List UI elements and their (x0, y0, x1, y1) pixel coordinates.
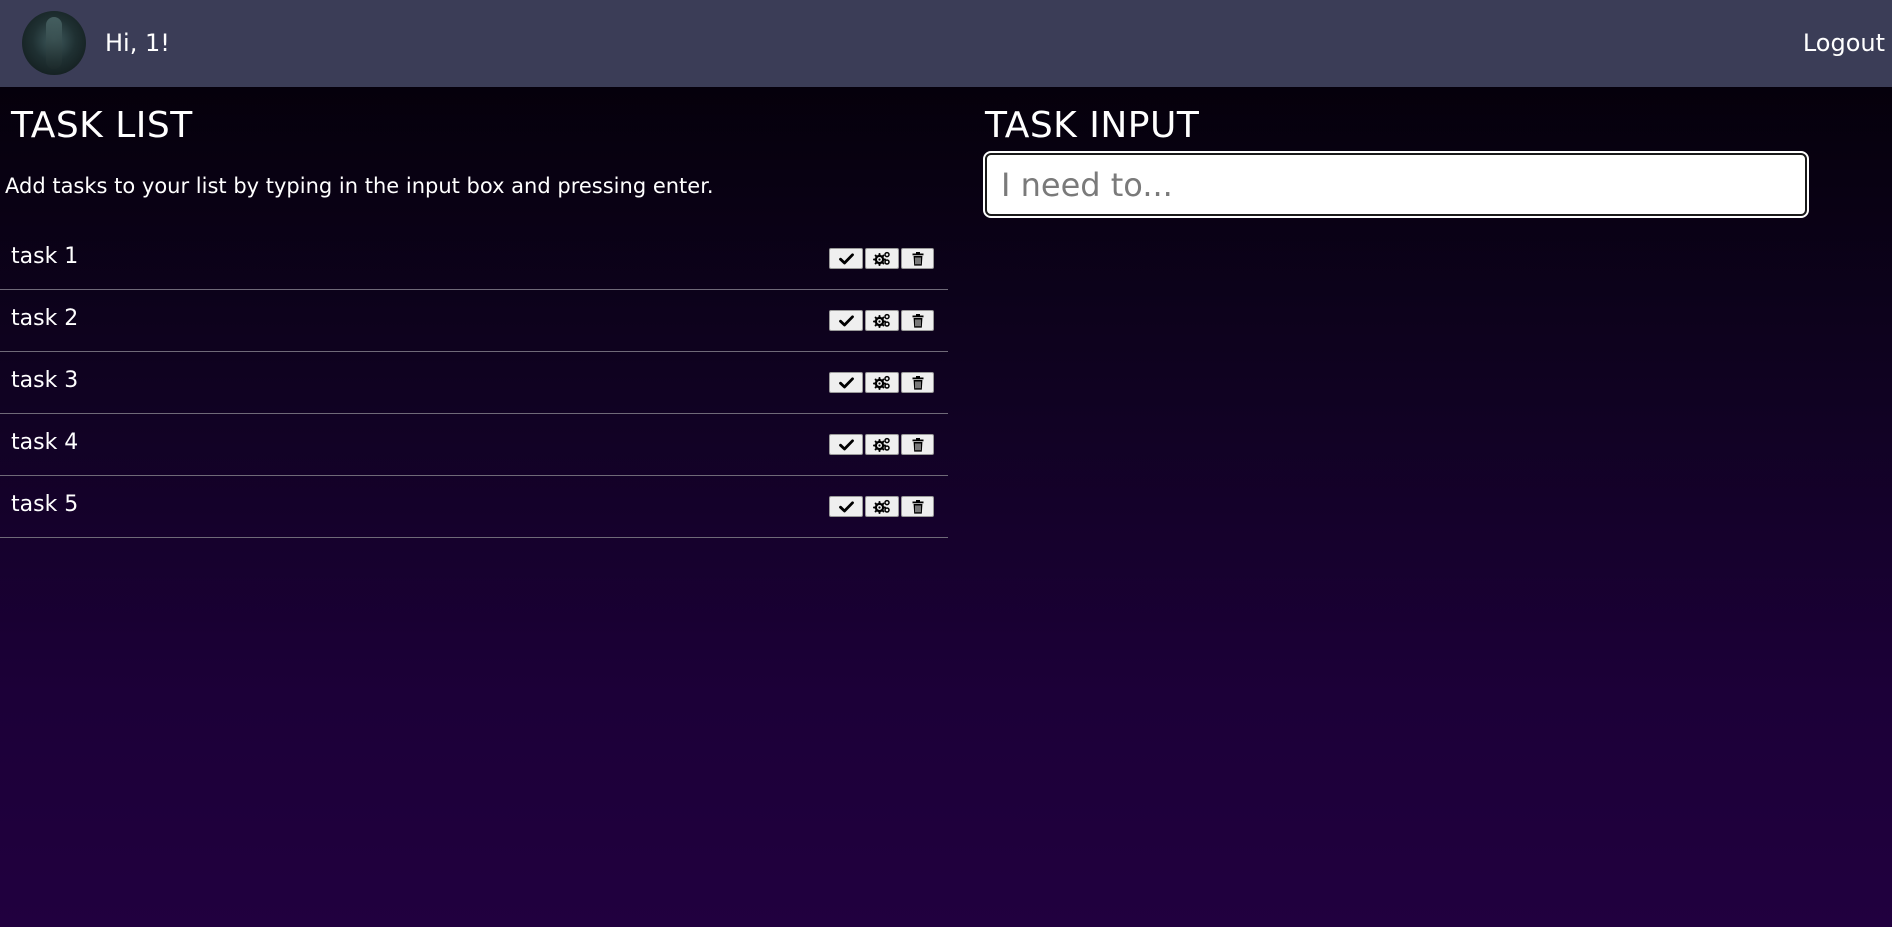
task-actions (829, 248, 934, 269)
trash-icon (912, 313, 923, 328)
check-icon (838, 252, 854, 264)
avatar[interactable] (22, 11, 86, 75)
check-icon (838, 314, 854, 326)
complete-task-button[interactable] (829, 496, 863, 517)
gears-icon (873, 251, 890, 266)
trash-icon (912, 437, 923, 452)
edit-task-button[interactable] (865, 248, 899, 269)
task-label: task 5 (11, 492, 79, 517)
task-actions (829, 434, 934, 455)
delete-task-button[interactable] (901, 434, 934, 455)
check-icon (838, 500, 854, 512)
task-label: task 4 (11, 430, 79, 455)
edit-task-button[interactable] (865, 496, 899, 517)
task-actions (829, 310, 934, 331)
complete-task-button[interactable] (829, 310, 863, 331)
task-input-title: TASK INPUT (985, 105, 1200, 146)
task-row: task 1 (0, 228, 948, 290)
task-list-instructions: Add tasks to your list by typing in the … (5, 174, 714, 198)
check-icon (838, 438, 854, 450)
task-label: task 2 (11, 306, 79, 331)
task-row: task 5 (0, 476, 948, 538)
task-list-title: TASK LIST (11, 105, 193, 146)
delete-task-button[interactable] (901, 310, 934, 331)
gears-icon (873, 313, 890, 328)
edit-task-button[interactable] (865, 310, 899, 331)
delete-task-button[interactable] (901, 372, 934, 393)
top-bar: Hi, 1! Logout (0, 0, 1892, 87)
task-row: task 3 (0, 352, 948, 414)
edit-task-button[interactable] (865, 372, 899, 393)
complete-task-button[interactable] (829, 248, 863, 269)
trash-icon (912, 251, 923, 266)
complete-task-button[interactable] (829, 434, 863, 455)
gears-icon (873, 499, 890, 514)
task-actions (829, 372, 934, 393)
trash-icon (912, 499, 923, 514)
task-label: task 1 (11, 244, 79, 269)
logout-link[interactable]: Logout (1803, 27, 1885, 59)
gears-icon (873, 375, 890, 390)
task-row: task 2 (0, 290, 948, 352)
task-actions (829, 496, 934, 517)
task-row: task 4 (0, 414, 948, 476)
task-input-field[interactable] (983, 151, 1809, 218)
task-list: task 1 task 2 task 3 task 4 task 5 (0, 228, 948, 538)
gears-icon (873, 437, 890, 452)
trash-icon (912, 375, 923, 390)
delete-task-button[interactable] (901, 248, 934, 269)
check-icon (838, 376, 854, 388)
delete-task-button[interactable] (901, 496, 934, 517)
task-label: task 3 (11, 368, 79, 393)
greeting-text: Hi, 1! (105, 29, 170, 57)
complete-task-button[interactable] (829, 372, 863, 393)
edit-task-button[interactable] (865, 434, 899, 455)
